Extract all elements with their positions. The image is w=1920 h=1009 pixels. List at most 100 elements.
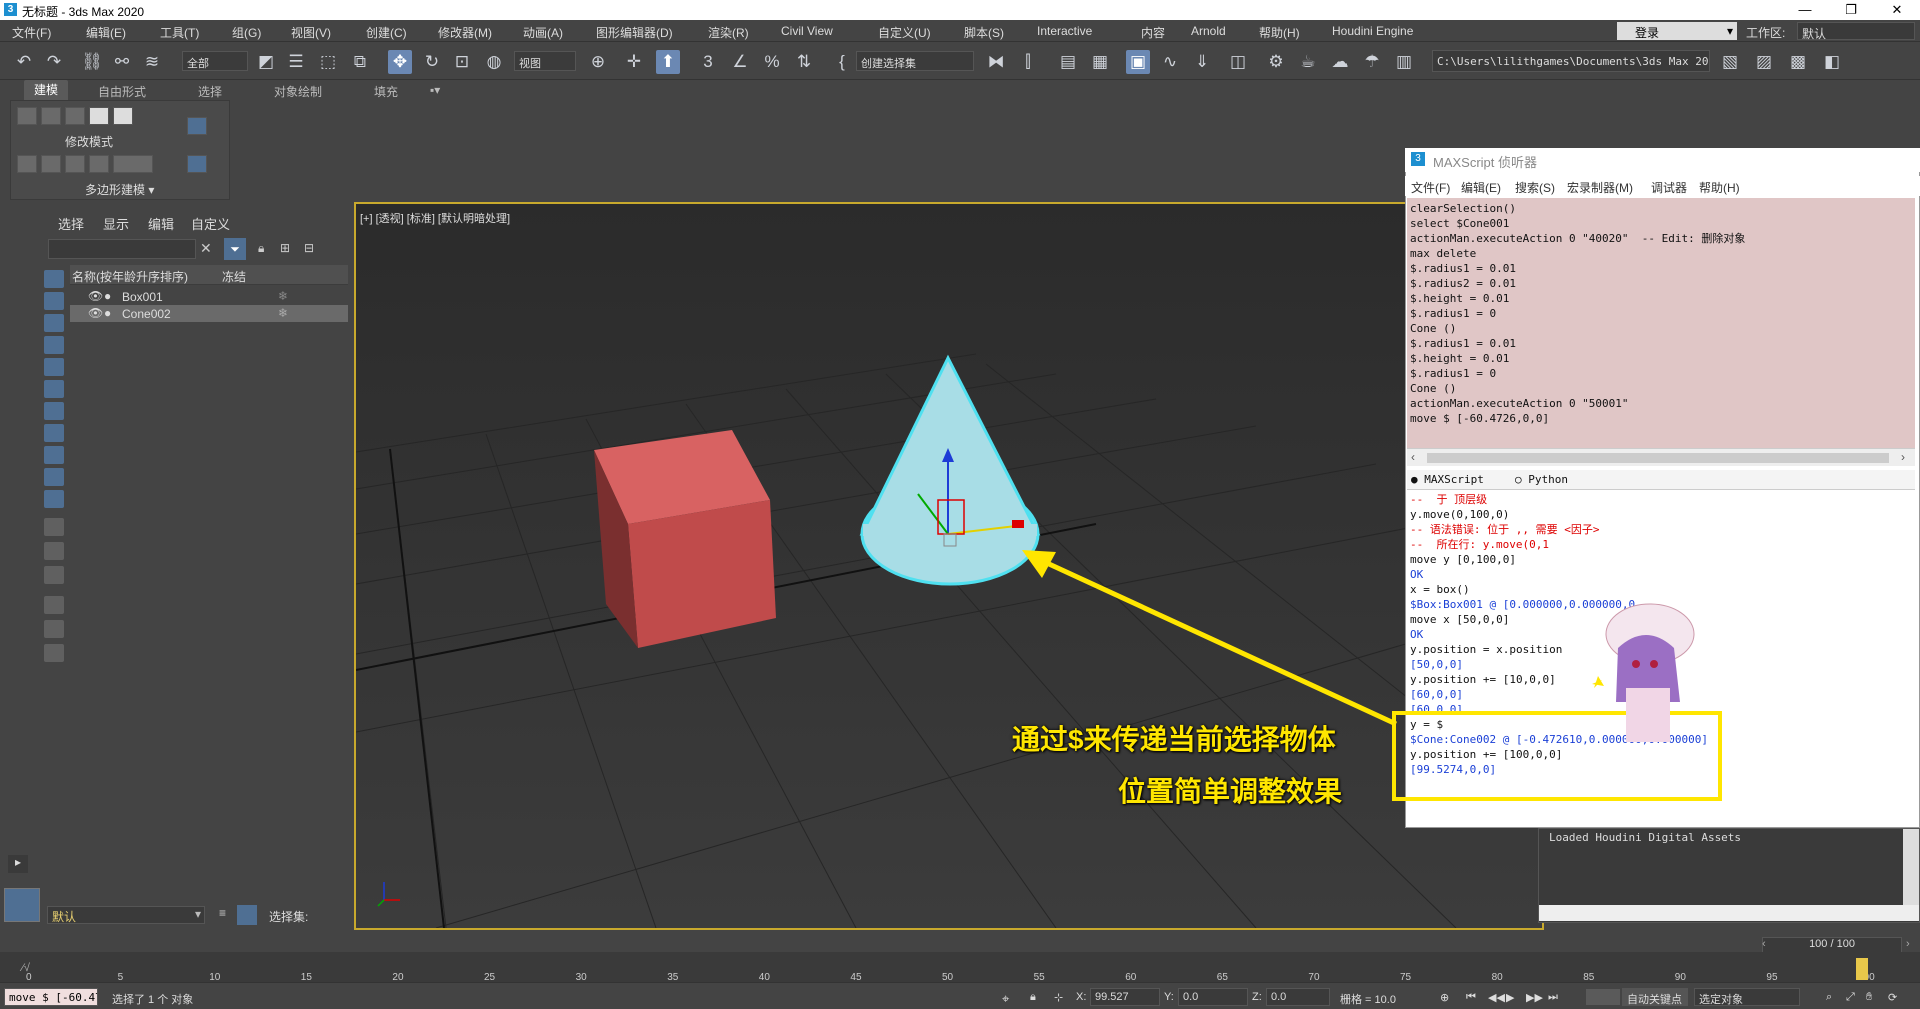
- menu-group[interactable]: 组(G): [232, 24, 261, 41]
- window-crossing-icon[interactable]: ⧉: [348, 50, 372, 74]
- listener-title[interactable]: 3 MAXScript 侦听器: [1405, 148, 1920, 172]
- layer-sort-icon[interactable]: ⊟: [304, 241, 314, 255]
- table-row[interactable]: 👁︎ ● Cone002 ❄: [70, 305, 348, 322]
- border-mode-icon[interactable]: [65, 107, 85, 125]
- column-name-header[interactable]: 名称(按年龄升序排序): [72, 268, 188, 285]
- macro-horizontal-scrollbar[interactable]: ‹ ›: [1407, 448, 1915, 466]
- listener-menu-search[interactable]: 搜索(S): [1515, 179, 1555, 196]
- viewport-layout-icon[interactable]: [4, 888, 40, 922]
- slider-next-icon[interactable]: ›: [1906, 938, 1910, 950]
- houdini-engine-log[interactable]: Loaded Houdini Digital Assets: [1538, 828, 1920, 923]
- move-icon[interactable]: ✥: [388, 50, 412, 74]
- open-project-icon[interactable]: ▨: [1752, 50, 1776, 74]
- menu-animation[interactable]: 动画(A): [523, 24, 563, 41]
- layer-select[interactable]: 默认: [47, 906, 205, 924]
- cone-object[interactable]: [859, 354, 1041, 586]
- box-object[interactable]: [594, 430, 776, 648]
- zoom-icon[interactable]: ⌕: [1826, 991, 1832, 1004]
- undo-icon[interactable]: ↶: [12, 50, 36, 74]
- selection-lock-icon[interactable]: 🔒︎: [1030, 991, 1036, 1004]
- menu-houdini-engine[interactable]: Houdini Engine: [1332, 24, 1413, 38]
- ribbon-toggle-icon[interactable]: ▣: [1126, 50, 1150, 74]
- layers-icon[interactable]: [44, 644, 64, 662]
- edit-named-sets-icon[interactable]: {: [830, 50, 854, 74]
- scroll-thumb[interactable]: [1427, 453, 1889, 463]
- scale-icon[interactable]: ⊡: [450, 50, 474, 74]
- chevron-down-icon[interactable]: ▾: [195, 907, 201, 921]
- display-panel-icon[interactable]: [44, 490, 64, 508]
- menu-tools[interactable]: 工具(T): [160, 24, 199, 41]
- viewport-scene[interactable]: [356, 204, 1542, 928]
- absolute-mode-icon[interactable]: ⊹: [1054, 991, 1063, 1004]
- rendered-frame-icon[interactable]: ☕: [1296, 50, 1320, 74]
- link-icon[interactable]: ⛓: [80, 50, 104, 74]
- curve-editor-icon[interactable]: ∿: [1158, 50, 1182, 74]
- ribbon-side-1-icon[interactable]: [187, 117, 207, 135]
- macro-recorder-pane[interactable]: clearSelection() select $Cone001 actionM…: [1407, 198, 1915, 448]
- vertex-mode-icon[interactable]: [17, 107, 37, 125]
- rotate-icon[interactable]: ↻: [420, 50, 444, 74]
- spinner-snap-icon[interactable]: ⇅: [792, 50, 816, 74]
- pivot-icon[interactable]: ⊕: [586, 50, 610, 74]
- align-icon[interactable]: ⫿: [1016, 50, 1040, 74]
- eye-icon[interactable]: 👁︎: [88, 289, 103, 303]
- tool-1-icon[interactable]: [17, 155, 37, 173]
- bind-spacewarp-icon[interactable]: ≋: [140, 50, 164, 74]
- listener-menu-macro-recorder[interactable]: 宏录制器(M): [1567, 179, 1633, 196]
- menu-rendering[interactable]: 渲染(R): [708, 24, 749, 41]
- pan-icon[interactable]: ✋︎: [1866, 991, 1872, 1004]
- se-menu-customize[interactable]: 自定义: [191, 214, 230, 233]
- polygon-mode-icon[interactable]: [89, 107, 109, 125]
- mirror-icon[interactable]: ⧓: [984, 50, 1008, 74]
- save-project-icon[interactable]: ▩: [1786, 50, 1810, 74]
- layers-stack-icon[interactable]: ≡: [219, 906, 226, 920]
- edge-mode-icon[interactable]: [41, 107, 61, 125]
- create-lights-icon[interactable]: [44, 314, 64, 332]
- snowflake-icon[interactable]: ❄: [278, 289, 288, 303]
- key-filter-select[interactable]: 选定对象: [1694, 988, 1800, 1006]
- play-icon[interactable]: ▶: [1506, 991, 1514, 1004]
- redo-icon[interactable]: ↷: [42, 50, 66, 74]
- rect-selection-icon[interactable]: ⬚: [316, 50, 340, 74]
- percent-snap-icon[interactable]: %: [760, 50, 784, 74]
- project-folder-icon[interactable]: ▧: [1718, 50, 1742, 74]
- snap-3d-icon[interactable]: 3: [696, 50, 720, 74]
- menu-graph-editors[interactable]: 图形编辑器(D): [596, 24, 673, 41]
- render-production-icon[interactable]: ☁: [1328, 50, 1352, 74]
- scene-filter-3-icon[interactable]: [44, 566, 64, 584]
- tab-freeform[interactable]: 自由形式: [98, 83, 146, 100]
- se-menu-select[interactable]: 选择: [58, 214, 84, 233]
- create-geometry-icon[interactable]: [44, 270, 64, 288]
- create-shapes-icon[interactable]: [44, 292, 64, 310]
- menu-content[interactable]: 内容: [1141, 24, 1165, 41]
- expand-arrow-icon[interactable]: ▸: [8, 855, 28, 873]
- ref-coord-dropdown[interactable]: 视图: [514, 51, 576, 71]
- set-project-icon[interactable]: ◧: [1820, 50, 1844, 74]
- place-icon[interactable]: ◍: [482, 50, 506, 74]
- menu-file[interactable]: 文件(F): [12, 24, 51, 41]
- hierarchy-icon[interactable]: ⊞: [280, 241, 290, 255]
- poly-modeling-label[interactable]: 多边形建模 ▾: [85, 181, 154, 198]
- element-mode-icon[interactable]: [113, 107, 133, 125]
- listener-menu-file[interactable]: 文件(F): [1411, 179, 1450, 196]
- render-setup-icon[interactable]: ⚙: [1264, 50, 1288, 74]
- set-key-icon[interactable]: [1586, 989, 1620, 1005]
- column-freeze-header[interactable]: 冻结: [222, 268, 246, 285]
- listener-menu-help[interactable]: 帮助(H): [1699, 179, 1740, 196]
- ribbon-options-icon[interactable]: ▪▾: [430, 83, 440, 97]
- menu-interactive[interactable]: Interactive: [1037, 24, 1092, 38]
- scene-search-input[interactable]: [48, 239, 196, 259]
- material-editor-icon[interactable]: ◫: [1226, 50, 1250, 74]
- create-systems-icon[interactable]: [44, 402, 64, 420]
- add-time-tag-icon[interactable]: ⊕: [1440, 991, 1449, 1004]
- named-selection-set-dropdown[interactable]: 创建选择集: [856, 51, 974, 71]
- project-path-field[interactable]: C:\Users\lilithgames\Documents\3ds Max 2…: [1432, 50, 1710, 72]
- time-marker[interactable]: [1856, 958, 1868, 980]
- menu-customize[interactable]: 自定义(U): [878, 24, 931, 41]
- filter-icon[interactable]: [44, 620, 64, 638]
- render-dot-icon[interactable]: ●: [104, 289, 111, 303]
- houdini-vertical-scrollbar[interactable]: [1903, 829, 1919, 905]
- tab-populate[interactable]: 填充: [374, 83, 398, 100]
- a360-icon[interactable]: ▥: [1392, 50, 1416, 74]
- time-slider[interactable]: 100 / 100: [1762, 937, 1902, 953]
